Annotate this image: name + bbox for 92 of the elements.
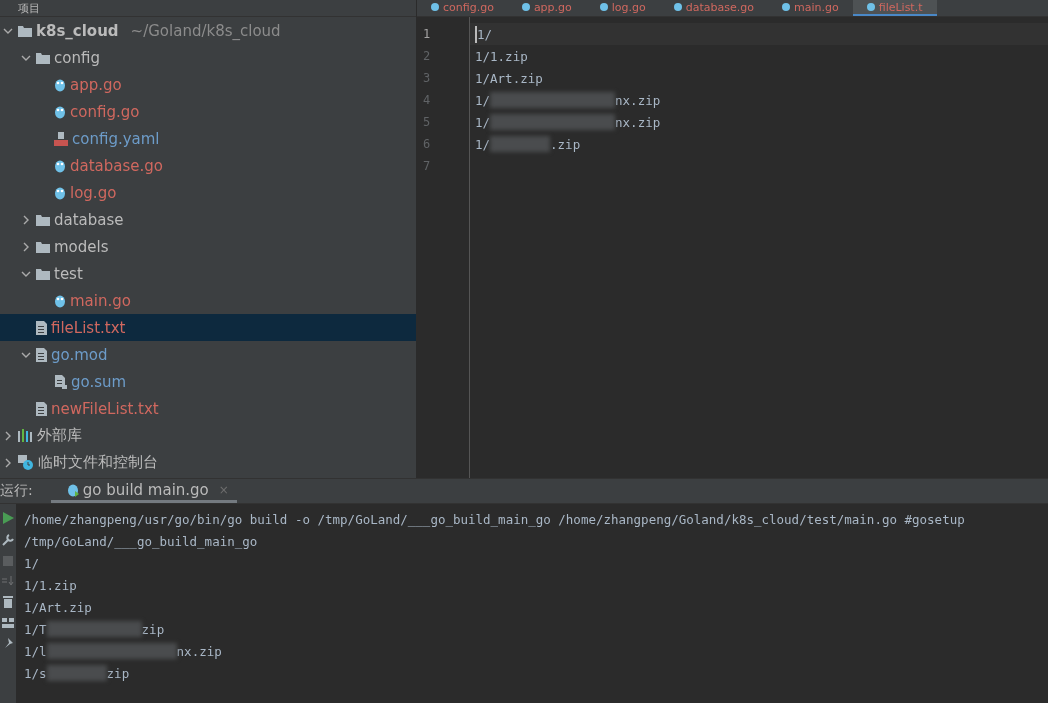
line-number: 5 bbox=[422, 114, 432, 131]
folder-icon bbox=[36, 213, 50, 226]
wrench-icon[interactable] bbox=[2, 534, 14, 546]
tree-item[interactable]: config.go bbox=[0, 98, 416, 125]
editor-tab[interactable]: fileList.t bbox=[852, 0, 937, 16]
file-name: log.go bbox=[70, 183, 117, 202]
code-text: 1/ bbox=[24, 555, 40, 571]
tree-item[interactable]: go.mod bbox=[0, 341, 416, 368]
tree-item[interactable]: config.yaml bbox=[0, 125, 416, 152]
redacted-blur bbox=[46, 665, 107, 681]
tree-item[interactable]: database.go bbox=[0, 152, 416, 179]
tree-item[interactable]: app.go bbox=[0, 71, 416, 98]
library-icon bbox=[18, 429, 33, 442]
file-name: database bbox=[54, 210, 124, 229]
code-text: /home/zhangpeng/usr/go/bin/go build -o /tmp/GoLand/___go_build_main_go /home/zhangpeng/Goland/k8s_cloud/test/main.go #gosetup bbox=[24, 511, 965, 527]
close-icon[interactable]: × bbox=[218, 482, 229, 497]
editor-tab[interactable]: log.go bbox=[585, 0, 660, 16]
file-name: go.mod bbox=[51, 345, 108, 364]
code-text: zip bbox=[106, 665, 130, 681]
run-tab[interactable]: go build main.go × bbox=[50, 479, 237, 503]
tree-item[interactable]: models bbox=[0, 233, 416, 260]
code-text: .zip bbox=[550, 136, 581, 152]
code-text: /tmp/GoLand/___go_build_main_go bbox=[24, 533, 258, 549]
file-name: config.go bbox=[70, 102, 140, 121]
line-number: 4 bbox=[422, 92, 432, 109]
line-number: 7 bbox=[422, 158, 432, 175]
line-number: 2 bbox=[422, 48, 432, 65]
tree-item[interactable]: go.sum bbox=[0, 368, 416, 395]
redacted-blur bbox=[490, 136, 551, 152]
layout-icon[interactable] bbox=[2, 618, 14, 628]
tree-item[interactable]: fileList.txt bbox=[0, 314, 416, 341]
editor-tab[interactable]: app.go bbox=[507, 0, 586, 16]
line-number: 1 bbox=[422, 26, 432, 43]
text-caret bbox=[475, 25, 477, 43]
code-text: 1/ bbox=[475, 92, 491, 108]
tree-item[interactable]: log.go bbox=[0, 179, 416, 206]
code-text: nx.zip bbox=[615, 92, 661, 108]
text-file-icon bbox=[36, 401, 47, 416]
editor-tab[interactable]: database.go bbox=[659, 0, 768, 16]
run-icon[interactable] bbox=[2, 512, 14, 524]
text-file-icon bbox=[36, 320, 47, 335]
folder-icon bbox=[36, 240, 50, 253]
code-text: 1/ bbox=[475, 114, 491, 130]
file-name: fileList.txt bbox=[51, 318, 126, 337]
tree-item[interactable]: 外部库 bbox=[0, 422, 416, 449]
folder-icon bbox=[36, 51, 50, 64]
code-text: 1/s bbox=[24, 665, 47, 681]
file-name: config bbox=[54, 48, 100, 67]
file-name: k8s_cloud bbox=[36, 21, 119, 40]
scratch-clock-icon bbox=[18, 454, 34, 471]
file-name: config.yaml bbox=[72, 129, 160, 148]
code-text: 1/ bbox=[477, 26, 493, 42]
file-name: app.go bbox=[70, 75, 122, 94]
tree-item[interactable]: test bbox=[0, 260, 416, 287]
panel-title: 项目 bbox=[18, 0, 40, 16]
file-name: test bbox=[54, 264, 83, 283]
line-number: 6 bbox=[422, 136, 432, 153]
code-text: 1/1.zip bbox=[24, 577, 77, 593]
code-text: nx.zip bbox=[615, 114, 661, 130]
editor-tab[interactable]: main.go bbox=[768, 0, 853, 16]
run-label: 运行: bbox=[0, 482, 33, 500]
code-text: 1/Art.zip bbox=[475, 70, 543, 86]
line-number: 3 bbox=[422, 70, 432, 87]
folder-icon bbox=[36, 267, 50, 280]
folder-icon bbox=[18, 24, 32, 37]
editor-tab[interactable]: config.go bbox=[417, 0, 508, 16]
tree-item[interactable]: database bbox=[0, 206, 416, 233]
code-text: 1/T bbox=[24, 621, 47, 637]
tree-item[interactable]: newFileList.txt bbox=[0, 395, 416, 422]
text-file-icon bbox=[36, 347, 47, 362]
code-text: nx.zip bbox=[176, 643, 222, 659]
code-text: 1/ bbox=[475, 136, 491, 152]
file-name: main.go bbox=[70, 291, 131, 310]
yaml-file-icon bbox=[54, 131, 68, 146]
tree-item[interactable]: main.go bbox=[0, 287, 416, 314]
file-icon bbox=[54, 374, 67, 389]
file-name: 外部库 bbox=[37, 426, 82, 445]
trash-icon[interactable] bbox=[3, 596, 13, 608]
tree-item[interactable]: 临时文件和控制台 bbox=[0, 449, 416, 476]
tree-item[interactable]: k8s_cloud ~/Goland/k8s_cloud bbox=[0, 17, 416, 44]
code-text: 1/1.zip bbox=[475, 48, 528, 64]
code-text: 1/Art.zip bbox=[24, 599, 92, 615]
project-path: ~/Goland/k8s_cloud bbox=[130, 21, 281, 40]
file-name: models bbox=[54, 237, 109, 256]
tree-item[interactable]: config bbox=[0, 44, 416, 71]
pin-icon[interactable] bbox=[3, 638, 13, 648]
code-text: 1/l bbox=[24, 643, 47, 659]
file-name: database.go bbox=[70, 156, 163, 175]
file-name: 临时文件和控制台 bbox=[38, 453, 158, 472]
file-name: go.sum bbox=[71, 372, 127, 391]
code-text: zip bbox=[141, 621, 165, 637]
file-name: newFileList.txt bbox=[51, 399, 159, 418]
